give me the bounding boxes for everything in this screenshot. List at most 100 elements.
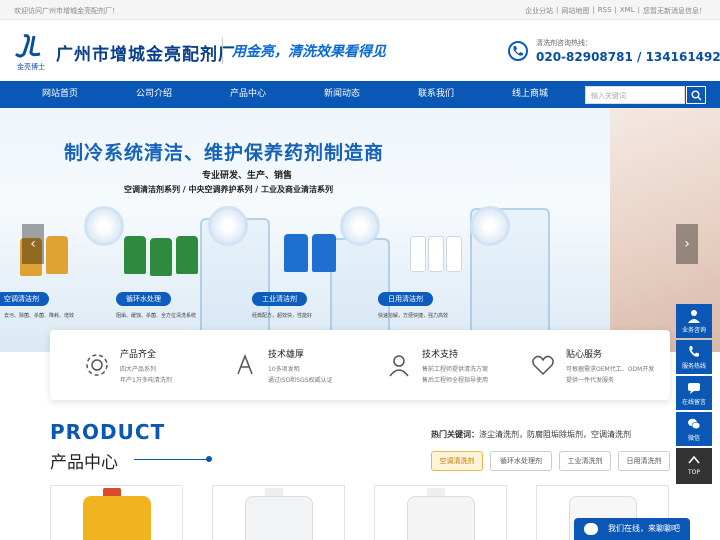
nav-products[interactable]: 产品中心 [208, 81, 288, 108]
product-bubble [208, 206, 248, 246]
feature-title: 技术雄厚 [268, 350, 305, 360]
nav-home[interactable]: 网站首页 [20, 81, 100, 108]
float-label: 业务咨询 [681, 327, 706, 334]
float-label: TOP [687, 469, 700, 476]
product-bottle [150, 238, 172, 276]
category-water-desc: 阻垢、缓蚀、杀菌、全方位清洗系统 [116, 313, 197, 319]
welcome-text: 欢迎访问广州市增城金亮配剂厂！ [14, 7, 119, 15]
title-underline [134, 459, 208, 460]
float-label: 在线留言 [681, 399, 706, 406]
feature-title: 产品齐全 [120, 350, 157, 360]
link-sub-sites[interactable]: 企业分站 [525, 6, 553, 16]
chevron-up-icon [688, 455, 700, 464]
float-back-to-top[interactable]: TOP [676, 448, 712, 484]
product-card[interactable] [212, 485, 345, 540]
product-card[interactable] [374, 485, 507, 540]
hot-keywords-list[interactable]: 涤尘清洗剂，防腐阻垢除垢剂，空调清洗剂 [479, 430, 631, 439]
slogan: 用金亮，清洗效果看得见 [232, 44, 386, 60]
category-daily-desc: 快速溶解，方便快捷，强力高效 [378, 313, 449, 319]
product-image [407, 496, 475, 540]
category-industrial-desc: 经典配方，超效快，性能好 [252, 313, 313, 319]
product-image [83, 496, 151, 540]
section-title-en: PRODUCT [50, 420, 166, 444]
product-bubble [84, 206, 124, 246]
nav-news[interactable]: 新闻动态 [302, 81, 382, 108]
feature-desc: 售前工程师提供清洗方案 [422, 366, 489, 373]
section-title: 产品中心 [50, 453, 118, 473]
float-label: 服务热线 [681, 363, 706, 370]
hot-keywords-label: 热门关键词： [431, 430, 479, 439]
product-bottle [176, 236, 198, 274]
phone-icon [508, 41, 528, 61]
banner-series: 空调清洁剂系列 / 中央空调养护系列 / 工业及商业清洁系列 [124, 185, 333, 194]
category-water[interactable]: 循环水处理 [116, 292, 171, 306]
float-wechat[interactable]: 微信 [676, 412, 712, 446]
hot-keywords: 热门关键词：涤尘清洗剂，防腐阻垢除垢剂，空调清洗剂 [431, 429, 631, 440]
logo-icon[interactable] [14, 34, 46, 58]
top-bar: 欢迎访问广州市增城金亮配剂厂！ 企业分站 | 网站地图 | RSS | XML … [0, 0, 720, 20]
banner-next-button[interactable]: › [676, 224, 698, 264]
hotline-numbers[interactable]: 020-82908781 / 13416149209 [536, 50, 720, 64]
main-nav: 网站首页 公司介绍 产品中心 新闻动态 联系我们 线上商城 输入关键词 [0, 81, 720, 108]
product-card[interactable] [50, 485, 183, 540]
banner-prev-button[interactable]: ‹ [22, 224, 44, 264]
heart-icon [532, 355, 554, 376]
title-dot [206, 456, 212, 462]
top-links: 企业分站 | 网站地图 | RSS | XML | 您暂无新消息信息！ [525, 6, 706, 16]
category-daily[interactable]: 日用清洁剂 [378, 292, 433, 306]
pen-tech-icon [237, 353, 253, 375]
link-sitemap[interactable]: 网站地图 [561, 6, 589, 16]
feature-desc: 可根据需求OEM代工、ODM开发 [566, 366, 655, 373]
nav-shop[interactable]: 线上商城 [490, 81, 570, 108]
banner-title: 制冷系统清洁、维护保养药剂制造商 [64, 142, 385, 164]
feature-title: 贴心服务 [566, 350, 603, 360]
product-bottle [428, 236, 444, 272]
nav-about[interactable]: 公司介绍 [114, 81, 194, 108]
separator: | [637, 6, 640, 14]
feature-desc: 提供一件代发服务 [566, 377, 615, 384]
online-chat-bar[interactable]: 我们在线，来聊聊吧 [574, 518, 690, 540]
message-notice[interactable]: 您暂无新消息信息！ [643, 6, 706, 16]
product-bottle [410, 236, 426, 272]
category-ac[interactable]: 空调清洁剂 [0, 292, 49, 306]
product-bubble [470, 206, 510, 246]
float-consult[interactable]: 业务咨询 [676, 304, 712, 338]
feature-desc: 售后工程师全程指导使用 [422, 377, 489, 384]
category-industrial[interactable]: 工业清洁剂 [252, 292, 307, 306]
search-icon [691, 90, 702, 101]
product-bubble [340, 206, 380, 246]
product-bottle [446, 236, 462, 272]
chat-label: 我们在线，来聊聊吧 [608, 524, 680, 533]
tab-industrial-cleaner[interactable]: 工业清洗剂 [559, 451, 611, 471]
site-header: 金亮博士 广州市增城金亮配剂厂 用金亮，清洗效果看得见 清洗剂咨询热线： 020… [0, 20, 720, 81]
separator: | [614, 6, 617, 14]
feature-desc: 通过ISO和SGS权威认证 [268, 377, 333, 384]
product-image [245, 496, 313, 540]
chat-icon [688, 383, 700, 394]
product-bottle [124, 236, 146, 274]
feature-desc: 10多项发明 [268, 366, 300, 373]
feature-title: 技术支持 [422, 350, 459, 360]
phone-icon [689, 346, 699, 357]
feature-desc: 四大产品系列 [120, 366, 157, 373]
hero-banner[interactable]: 制冷系统清洁、维护保养药剂制造商 专业研发、生产、销售 空调清洁剂系列 / 中央… [0, 108, 720, 352]
hotline-label: 清洗剂咨询热线： [536, 39, 592, 47]
header-divider [222, 38, 223, 64]
banner-subtitle: 专业研发、生产、销售 [202, 171, 293, 181]
logo-caption: 金亮博士 [17, 63, 45, 71]
link-xml[interactable]: XML [620, 6, 635, 16]
search-input[interactable]: 输入关键词 [585, 86, 685, 104]
product-bottle [284, 234, 308, 272]
search-button[interactable] [686, 86, 706, 104]
float-message[interactable]: 在线留言 [676, 376, 712, 410]
tab-daily-cleaner[interactable]: 日用清洗剂 [618, 451, 670, 471]
nav-contact[interactable]: 联系我们 [396, 81, 476, 108]
float-hotline[interactable]: 服务热线 [676, 340, 712, 374]
separator: | [592, 6, 595, 14]
tab-water-treatment[interactable]: 循环水处理剂 [490, 451, 552, 471]
wechat-icon [688, 418, 701, 430]
category-ac-desc: 去污、除菌、杀菌、降耗、增效 [4, 313, 75, 319]
tab-ac-cleaner[interactable]: 空调清洗剂 [431, 451, 483, 471]
link-rss[interactable]: RSS [598, 6, 612, 16]
chat-bubble-icon [584, 523, 598, 535]
